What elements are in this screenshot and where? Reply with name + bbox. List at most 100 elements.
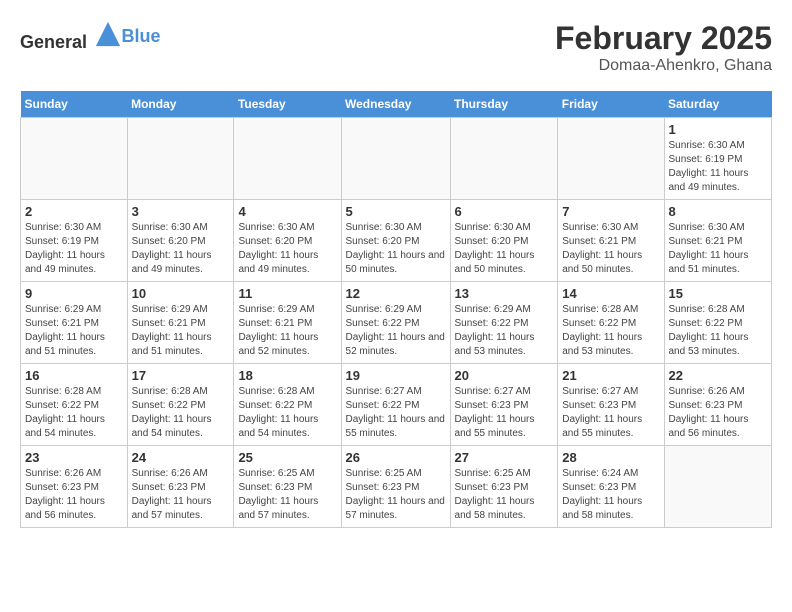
col-saturday: Saturday: [664, 91, 772, 118]
table-row: 17 Sunrise: 6:28 AM Sunset: 6:22 PM Dayli…: [127, 364, 234, 446]
table-row: [21, 118, 128, 200]
col-wednesday: Wednesday: [341, 91, 450, 118]
day-info: Sunrise: 6:29 AM Sunset: 6:21 PM Dayligh…: [25, 303, 123, 359]
table-row: 24 Sunrise: 6:26 AM Sunset: 6:23 PM Dayli…: [127, 446, 234, 528]
day-number: 8: [669, 204, 768, 219]
day-info: Sunrise: 6:30 AM Sunset: 6:19 PM Dayligh…: [669, 139, 768, 195]
table-row: [664, 446, 772, 528]
calendar-header-row: Sunday Monday Tuesday Wednesday Thursday…: [21, 91, 772, 118]
day-number: 19: [346, 368, 446, 383]
day-number: 1: [669, 122, 768, 137]
day-info: Sunrise: 6:29 AM Sunset: 6:22 PM Dayligh…: [455, 303, 554, 359]
logo-blue: Blue: [122, 26, 161, 46]
calendar-week-row: 2 Sunrise: 6:30 AM Sunset: 6:19 PM Daylig…: [21, 200, 772, 282]
table-row: 20 Sunrise: 6:27 AM Sunset: 6:23 PM Dayli…: [450, 364, 558, 446]
table-row: 6 Sunrise: 6:30 AM Sunset: 6:20 PM Daylig…: [450, 200, 558, 282]
day-info: Sunrise: 6:25 AM Sunset: 6:23 PM Dayligh…: [346, 467, 446, 523]
day-number: 23: [25, 450, 123, 465]
col-sunday: Sunday: [21, 91, 128, 118]
day-info: Sunrise: 6:30 AM Sunset: 6:19 PM Dayligh…: [25, 221, 123, 277]
day-number: 14: [562, 286, 659, 301]
table-row: 19 Sunrise: 6:27 AM Sunset: 6:22 PM Dayli…: [341, 364, 450, 446]
day-info: Sunrise: 6:30 AM Sunset: 6:20 PM Dayligh…: [455, 221, 554, 277]
day-info: Sunrise: 6:27 AM Sunset: 6:22 PM Dayligh…: [346, 385, 446, 441]
day-number: 24: [132, 450, 230, 465]
table-row: 22 Sunrise: 6:26 AM Sunset: 6:23 PM Dayli…: [664, 364, 772, 446]
logo-icon: [94, 20, 122, 48]
day-number: 4: [238, 204, 336, 219]
col-thursday: Thursday: [450, 91, 558, 118]
calendar-week-row: 23 Sunrise: 6:26 AM Sunset: 6:23 PM Dayli…: [21, 446, 772, 528]
day-info: Sunrise: 6:26 AM Sunset: 6:23 PM Dayligh…: [132, 467, 230, 523]
table-row: [234, 118, 341, 200]
table-row: 23 Sunrise: 6:26 AM Sunset: 6:23 PM Dayli…: [21, 446, 128, 528]
day-info: Sunrise: 6:26 AM Sunset: 6:23 PM Dayligh…: [669, 385, 768, 441]
day-info: Sunrise: 6:28 AM Sunset: 6:22 PM Dayligh…: [562, 303, 659, 359]
day-number: 17: [132, 368, 230, 383]
day-info: Sunrise: 6:29 AM Sunset: 6:21 PM Dayligh…: [132, 303, 230, 359]
table-row: 16Sunrise: 6:28 AM Sunset: 6:22 PM Dayli…: [21, 364, 128, 446]
table-row: 3Sunrise: 6:30 AM Sunset: 6:20 PM Daylig…: [127, 200, 234, 282]
page-header: General Blue February 2025 Domaa-Ahenkro…: [20, 20, 772, 75]
day-info: Sunrise: 6:30 AM Sunset: 6:20 PM Dayligh…: [346, 221, 446, 277]
table-row: [558, 118, 664, 200]
day-number: 15: [669, 286, 768, 301]
table-row: 2 Sunrise: 6:30 AM Sunset: 6:19 PM Daylig…: [21, 200, 128, 282]
day-info: Sunrise: 6:30 AM Sunset: 6:20 PM Dayligh…: [238, 221, 336, 277]
day-number: 13: [455, 286, 554, 301]
day-info: Sunrise: 6:28 AM Sunset: 6:22 PM Dayligh…: [25, 385, 123, 441]
day-info: Sunrise: 6:28 AM Sunset: 6:22 PM Dayligh…: [132, 385, 230, 441]
calendar-week-row: 9Sunrise: 6:29 AM Sunset: 6:21 PM Daylig…: [21, 282, 772, 364]
day-number: 12: [346, 286, 446, 301]
table-row: 11Sunrise: 6:29 AM Sunset: 6:21 PM Dayli…: [234, 282, 341, 364]
day-number: 28: [562, 450, 659, 465]
calendar-week-row: 16Sunrise: 6:28 AM Sunset: 6:22 PM Dayli…: [21, 364, 772, 446]
table-row: 4 Sunrise: 6:30 AM Sunset: 6:20 PM Daylig…: [234, 200, 341, 282]
day-info: Sunrise: 6:28 AM Sunset: 6:22 PM Dayligh…: [669, 303, 768, 359]
table-row: 8Sunrise: 6:30 AM Sunset: 6:21 PM Daylig…: [664, 200, 772, 282]
table-row: 13 Sunrise: 6:29 AM Sunset: 6:22 PM Dayli…: [450, 282, 558, 364]
table-row: 15 Sunrise: 6:28 AM Sunset: 6:22 PM Dayli…: [664, 282, 772, 364]
day-info: Sunrise: 6:25 AM Sunset: 6:23 PM Dayligh…: [455, 467, 554, 523]
day-info: Sunrise: 6:30 AM Sunset: 6:21 PM Dayligh…: [562, 221, 659, 277]
calendar-table: Sunday Monday Tuesday Wednesday Thursday…: [20, 91, 772, 528]
day-number: 21: [562, 368, 659, 383]
table-row: 26 Sunrise: 6:25 AM Sunset: 6:23 PM Dayli…: [341, 446, 450, 528]
day-number: 3: [132, 204, 230, 219]
col-monday: Monday: [127, 91, 234, 118]
col-tuesday: Tuesday: [234, 91, 341, 118]
day-number: 5: [346, 204, 446, 219]
day-info: Sunrise: 6:27 AM Sunset: 6:23 PM Dayligh…: [562, 385, 659, 441]
day-number: 18: [238, 368, 336, 383]
table-row: 25Sunrise: 6:25 AM Sunset: 6:23 PM Dayli…: [234, 446, 341, 528]
day-info: Sunrise: 6:26 AM Sunset: 6:23 PM Dayligh…: [25, 467, 123, 523]
table-row: 1 Sunrise: 6:30 AM Sunset: 6:19 PM Daylig…: [664, 118, 772, 200]
day-number: 10: [132, 286, 230, 301]
table-row: 5 Sunrise: 6:30 AM Sunset: 6:20 PM Daylig…: [341, 200, 450, 282]
table-row: [127, 118, 234, 200]
table-row: [450, 118, 558, 200]
table-row: [341, 118, 450, 200]
col-friday: Friday: [558, 91, 664, 118]
day-info: Sunrise: 6:24 AM Sunset: 6:23 PM Dayligh…: [562, 467, 659, 523]
day-number: 2: [25, 204, 123, 219]
day-info: Sunrise: 6:25 AM Sunset: 6:23 PM Dayligh…: [238, 467, 336, 523]
table-row: 28 Sunrise: 6:24 AM Sunset: 6:23 PM Dayli…: [558, 446, 664, 528]
day-number: 6: [455, 204, 554, 219]
table-row: 9Sunrise: 6:29 AM Sunset: 6:21 PM Daylig…: [21, 282, 128, 364]
table-row: 18 Sunrise: 6:28 AM Sunset: 6:22 PM Dayli…: [234, 364, 341, 446]
day-info: Sunrise: 6:29 AM Sunset: 6:22 PM Dayligh…: [346, 303, 446, 359]
day-number: 20: [455, 368, 554, 383]
logo: General Blue: [20, 20, 161, 53]
logo-general: General: [20, 32, 87, 52]
day-number: 7: [562, 204, 659, 219]
day-info: Sunrise: 6:28 AM Sunset: 6:22 PM Dayligh…: [238, 385, 336, 441]
table-row: 7 Sunrise: 6:30 AM Sunset: 6:21 PM Daylig…: [558, 200, 664, 282]
calendar-week-row: 1 Sunrise: 6:30 AM Sunset: 6:19 PM Daylig…: [21, 118, 772, 200]
day-number: 22: [669, 368, 768, 383]
day-info: Sunrise: 6:27 AM Sunset: 6:23 PM Dayligh…: [455, 385, 554, 441]
day-number: 26: [346, 450, 446, 465]
title-area: February 2025 Domaa-Ahenkro, Ghana: [555, 20, 772, 75]
month-title: February 2025: [555, 20, 772, 57]
location-title: Domaa-Ahenkro, Ghana: [555, 57, 772, 75]
